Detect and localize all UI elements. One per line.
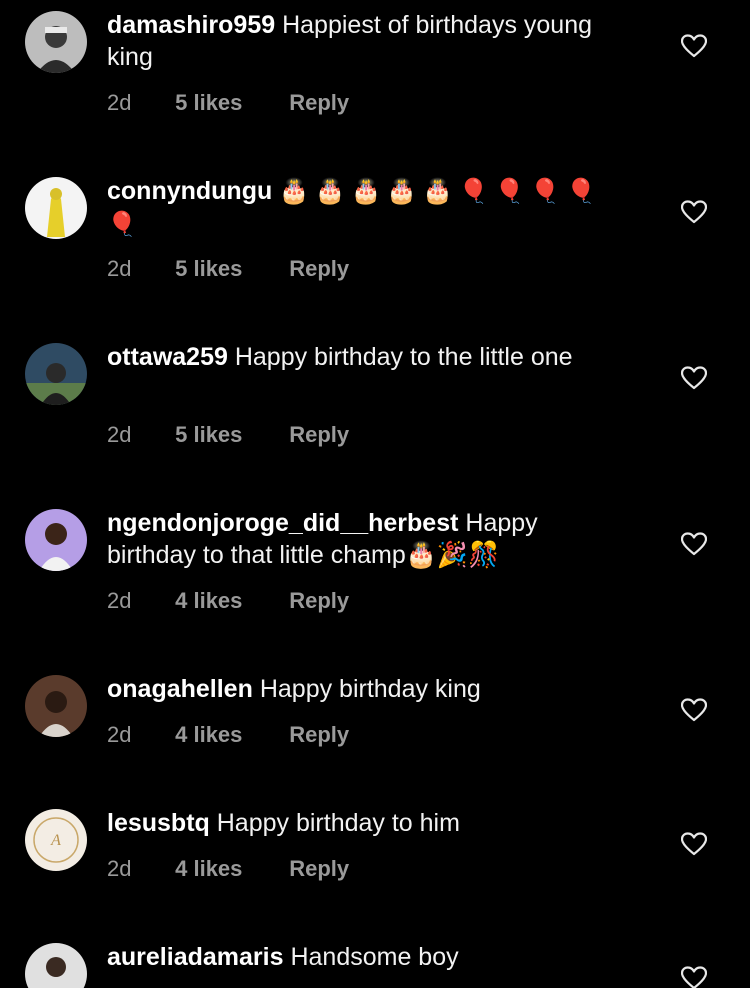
heart-icon[interactable] bbox=[681, 34, 707, 58]
svg-text:A: A bbox=[50, 832, 61, 849]
reply-button[interactable]: Reply bbox=[289, 88, 349, 118]
comment-meta: 2d 5 likes Reply bbox=[107, 88, 349, 118]
comment-username[interactable]: ottawa259 bbox=[107, 343, 228, 371]
comment-meta: 2d 4 likes Reply bbox=[107, 586, 349, 616]
reply-button[interactable]: Reply bbox=[289, 254, 349, 284]
comment-time: 2d bbox=[107, 422, 132, 447]
comment-likes[interactable]: 4 likes bbox=[175, 720, 283, 750]
comment-username[interactable]: onagahellen bbox=[107, 675, 253, 703]
comment-username[interactable]: connyndungu bbox=[107, 177, 272, 205]
avatar[interactable] bbox=[25, 177, 87, 239]
heart-icon[interactable] bbox=[681, 532, 707, 556]
comment-username[interactable]: ngendonjoroge_did__herbest bbox=[107, 509, 458, 537]
comment-username[interactable]: aureliadamaris bbox=[107, 943, 284, 971]
comment-time: 2d bbox=[107, 722, 132, 747]
comment-time: 2d bbox=[107, 588, 132, 613]
avatar-image bbox=[25, 509, 87, 571]
comment-body: lesusbtq Happy birthday to him bbox=[107, 807, 607, 839]
heart-icon[interactable] bbox=[681, 698, 707, 722]
heart-icon[interactable] bbox=[681, 366, 707, 390]
comment-body: ngendonjoroge_did__herbest Happy birthda… bbox=[107, 507, 607, 571]
comment-time: 2d bbox=[107, 256, 132, 281]
avatar-image bbox=[25, 943, 87, 988]
comment-body: damashiro959 Happiest of birthdays young… bbox=[107, 9, 607, 73]
heart-icon[interactable] bbox=[681, 200, 707, 224]
comment-body: aureliadamaris Handsome boy bbox=[107, 941, 607, 973]
avatar-image bbox=[25, 177, 87, 239]
avatar-image: A bbox=[25, 809, 87, 871]
heart-icon[interactable] bbox=[681, 966, 707, 988]
comment-username[interactable]: lesusbtq bbox=[107, 809, 210, 837]
comment-likes[interactable]: 5 likes bbox=[175, 254, 283, 284]
comment-text: Happy birthday king bbox=[259, 675, 481, 703]
avatar[interactable] bbox=[25, 343, 87, 405]
reply-button[interactable]: Reply bbox=[289, 854, 349, 884]
avatar[interactable] bbox=[25, 509, 87, 571]
heart-icon[interactable] bbox=[681, 832, 707, 856]
comment-meta: 2d 4 likes Reply bbox=[107, 720, 349, 750]
avatar-image bbox=[25, 343, 87, 405]
avatar[interactable]: A bbox=[25, 809, 87, 871]
comment-likes[interactable]: 4 likes bbox=[175, 586, 283, 616]
avatar[interactable] bbox=[25, 11, 87, 73]
comment-likes[interactable]: 5 likes bbox=[175, 420, 283, 450]
reply-button[interactable]: Reply bbox=[289, 420, 349, 450]
avatar[interactable] bbox=[25, 943, 87, 988]
reply-button[interactable]: Reply bbox=[289, 586, 349, 616]
comment-meta: 2d 5 likes Reply bbox=[107, 420, 349, 450]
comment-likes[interactable]: 4 likes bbox=[175, 854, 283, 884]
comment-text: Handsome boy bbox=[290, 943, 459, 971]
comment-text: Happy birthday to him bbox=[216, 809, 460, 837]
comment-meta: 2d 5 likes Reply bbox=[107, 254, 349, 284]
avatar[interactable] bbox=[25, 675, 87, 737]
comment-list: damashiro959 Happiest of birthdays young… bbox=[0, 0, 750, 988]
comment-body: ottawa259 Happy birthday to the little o… bbox=[107, 341, 607, 373]
avatar-image bbox=[25, 11, 87, 73]
comment-time: 2d bbox=[107, 90, 132, 115]
comment-username[interactable]: damashiro959 bbox=[107, 11, 275, 39]
comment-time: 2d bbox=[107, 856, 132, 881]
reply-button[interactable]: Reply bbox=[289, 720, 349, 750]
comment-likes[interactable]: 5 likes bbox=[175, 88, 283, 118]
comment-body: connyndungu 🎂🎂🎂🎂🎂🎈🎈🎈🎈🎈 bbox=[107, 175, 607, 241]
avatar-image bbox=[25, 675, 87, 737]
comment-meta: 2d 4 likes Reply bbox=[107, 854, 349, 884]
comment-text: Happy birthday to the little one bbox=[234, 343, 573, 371]
comment-body: onagahellen Happy birthday king bbox=[107, 673, 607, 705]
